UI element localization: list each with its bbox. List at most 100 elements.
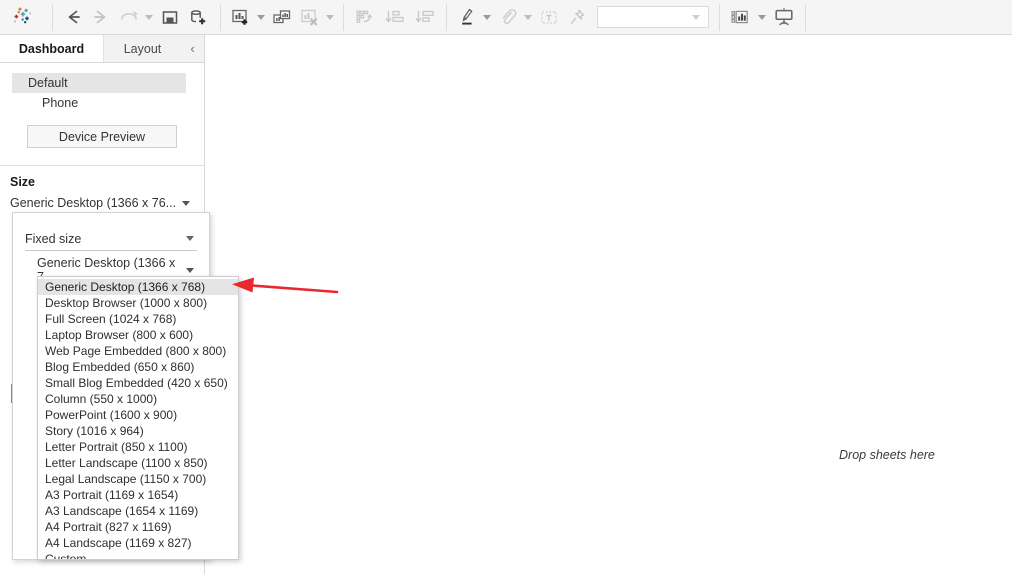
dashboard-canvas[interactable]: Drop sheets here — [206, 36, 1012, 574]
show-me-button[interactable] — [726, 3, 756, 31]
refresh-caret-icon[interactable] — [145, 14, 153, 20]
size-option[interactable]: PowerPoint (1600 x 900) — [38, 407, 238, 423]
toolbar-group-view — [726, 0, 799, 35]
highlight-caret-icon[interactable] — [483, 14, 491, 20]
toolbar-separator — [805, 3, 806, 31]
size-option-label: Desktop Browser (1000 x 800) — [45, 296, 208, 310]
device-item-phone-label: Phone — [42, 96, 79, 110]
size-option[interactable]: A4 Landscape (1169 x 827) — [38, 535, 238, 551]
sort-ascending-button[interactable] — [380, 3, 410, 31]
tab-layout-label: Layout — [123, 41, 162, 56]
chevron-left-icon: ‹ — [190, 41, 195, 56]
presentation-mode-button[interactable] — [769, 3, 799, 31]
toolbar-separator — [719, 3, 720, 31]
size-option[interactable]: A3 Portrait (1169 x 1654) — [38, 487, 238, 503]
fixed-size-dropdown[interactable]: Fixed size — [25, 227, 197, 251]
fixed-size-caret-icon[interactable] — [186, 236, 194, 241]
device-item-default[interactable]: Default — [12, 73, 186, 93]
main-toolbar — [0, 0, 1012, 35]
toolbar-separator — [220, 3, 221, 31]
toolbar-group-annotate — [453, 0, 713, 35]
toolbar-separator — [52, 3, 53, 31]
refresh-data-source-button[interactable] — [115, 3, 143, 31]
panel-tab-bar: Dashboard Layout ‹ — [0, 35, 204, 63]
tab-dashboard[interactable]: Dashboard — [0, 35, 103, 62]
clear-sheet-button[interactable] — [296, 3, 324, 31]
device-preview-button[interactable]: Device Preview — [27, 125, 177, 148]
pin-button[interactable] — [563, 3, 591, 31]
device-preview-label: Device Preview — [58, 129, 146, 144]
show-me-caret-icon[interactable] — [758, 14, 766, 20]
tab-dashboard-label: Dashboard — [18, 41, 85, 56]
tableau-dashboard-window: Dashboard Layout ‹ Default Phone Device … — [0, 0, 1012, 574]
new-worksheet-button[interactable] — [227, 3, 255, 31]
size-option[interactable]: Laptop Browser (800 x 600) — [38, 327, 238, 343]
size-options-listbox[interactable]: Generic Desktop (1366 x 768) Desktop Brow… — [37, 276, 239, 560]
fixed-size-label: Fixed size — [25, 231, 82, 246]
size-option[interactable]: Desktop Browser (1000 x 800) — [38, 295, 238, 311]
size-option-label: Laptop Browser (800 x 600) — [45, 328, 194, 342]
text-box-button[interactable] — [535, 3, 563, 31]
new-data-source-button[interactable] — [184, 3, 214, 31]
size-option[interactable]: Full Screen (1024 x 768) — [38, 311, 238, 327]
preset-size-caret-icon[interactable] — [186, 267, 194, 273]
size-option[interactable]: Letter Landscape (1100 x 850) — [38, 455, 238, 471]
toolbar-group-navigation — [59, 0, 214, 35]
size-value-dropdown[interactable]: Generic Desktop (1366 x 76... — [0, 189, 204, 210]
highlight-button[interactable] — [453, 3, 481, 31]
size-option[interactable]: Story (1016 x 964) — [38, 423, 238, 439]
sort-descending-button[interactable] — [410, 3, 440, 31]
size-option[interactable]: Blog Embedded (650 x 860) — [38, 359, 238, 375]
fit-dropdown[interactable] — [597, 6, 709, 28]
size-option-label: PowerPoint (1600 x 900) — [45, 408, 178, 422]
size-option-label: A4 Landscape (1169 x 827) — [45, 536, 192, 550]
attach-button[interactable] — [494, 3, 522, 31]
size-settings-popup: Fixed size Generic Desktop (1366 x 7... … — [12, 212, 239, 560]
fit-dropdown-caret-icon[interactable] — [692, 14, 700, 20]
forward-button[interactable] — [87, 3, 115, 31]
size-option-label: Generic Desktop (1366 x 768) — [45, 280, 206, 294]
size-option[interactable]: Web Page Embedded (800 x 800) — [38, 343, 238, 359]
size-option-label: Column (550 x 1000) — [45, 392, 158, 406]
device-item-phone[interactable]: Phone — [0, 93, 204, 113]
size-option-label: A4 Portrait (827 x 1169) — [45, 520, 172, 534]
toolbar-group-sort — [350, 0, 440, 35]
size-option-label: A3 Portrait (1169 x 1654) — [45, 488, 179, 502]
size-value-caret-icon[interactable] — [182, 200, 191, 206]
attach-caret-icon[interactable] — [524, 14, 532, 20]
size-option-label: Letter Landscape (1100 x 850) — [45, 456, 208, 470]
size-option-label: Small Blog Embedded (420 x 650) — [45, 376, 228, 390]
size-option[interactable]: Small Blog Embedded (420 x 650) — [38, 375, 238, 391]
size-option-label: Full Screen (1024 x 768) — [45, 312, 177, 326]
size-option[interactable]: Legal Landscape (1150 x 700) — [38, 471, 238, 487]
tableau-logo[interactable] — [0, 6, 46, 28]
device-preview-wrap: Device Preview — [0, 113, 204, 148]
size-option[interactable]: A3 Landscape (1654 x 1169) — [38, 503, 238, 519]
toolbar-group-sheets — [227, 0, 337, 35]
new-worksheet-caret-icon[interactable] — [257, 14, 265, 20]
size-option[interactable]: Column (550 x 1000) — [38, 391, 238, 407]
toolbar-separator — [446, 3, 447, 31]
size-option-label: Web Page Embedded (800 x 800) — [45, 344, 227, 358]
size-option-label: Blog Embedded (650 x 860) — [45, 360, 195, 374]
save-button[interactable] — [156, 3, 184, 31]
size-option[interactable]: A4 Portrait (827 x 1169) — [38, 519, 238, 535]
tab-layout[interactable]: Layout — [103, 35, 181, 62]
collapse-panel-button[interactable]: ‹ — [181, 35, 204, 62]
toolbar-separator — [343, 3, 344, 31]
back-button[interactable] — [59, 3, 87, 31]
clear-sheet-caret-icon[interactable] — [326, 14, 334, 20]
size-option[interactable]: Letter Portrait (850 x 1100) — [38, 439, 238, 455]
size-option-label: A3 Landscape (1654 x 1169) — [45, 504, 199, 518]
duplicate-sheet-button[interactable] — [268, 3, 296, 31]
size-option-label: Custom — [45, 552, 87, 560]
device-item-default-label: Default — [28, 76, 68, 90]
size-option-label: Letter Portrait (850 x 1100) — [45, 440, 188, 454]
size-option[interactable]: Custom — [38, 551, 238, 560]
swap-rows-columns-button[interactable] — [350, 3, 380, 31]
size-option-label: Legal Landscape (1150 x 700) — [45, 472, 207, 486]
device-layout-section: Default Phone Device Preview — [0, 63, 204, 148]
size-value-label: Generic Desktop (1366 x 76... — [10, 196, 177, 210]
size-option[interactable]: Generic Desktop (1366 x 768) — [38, 279, 238, 295]
size-option-label: Story (1016 x 964) — [45, 424, 144, 438]
